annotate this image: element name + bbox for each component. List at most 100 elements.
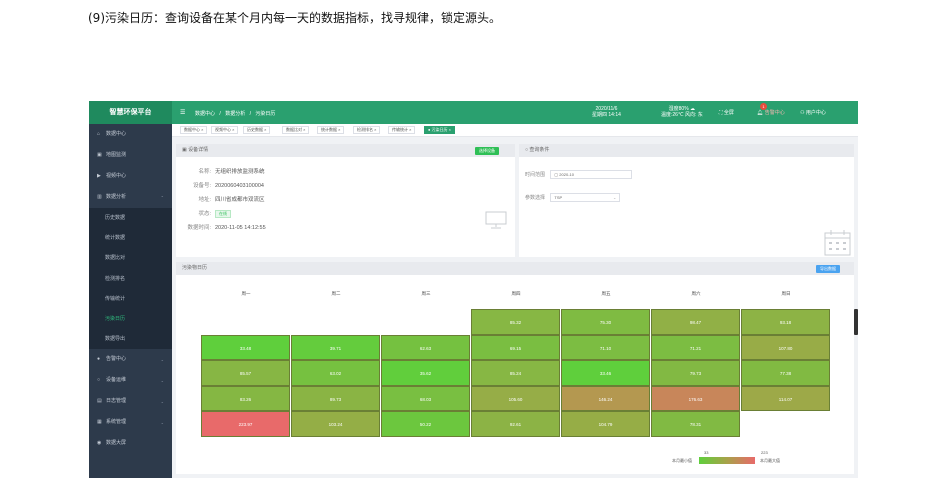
calendar-day-cell[interactable]: 50.22 xyxy=(381,411,470,437)
status-badge: 在线 xyxy=(215,210,231,218)
calendar-day-cell[interactable]: 63.02 xyxy=(291,360,380,386)
calendar-day-cell[interactable]: 77.38 xyxy=(741,360,830,386)
calendar-day-cell[interactable]: 39.71 xyxy=(291,334,380,360)
menu-toggle-icon[interactable]: ☰ xyxy=(180,109,185,116)
sidebar-subitem-ranking[interactable]: 检测排名 xyxy=(89,268,172,289)
calendar-day-cell[interactable]: 71.10 xyxy=(561,334,650,360)
chevron-down-icon: ⌄ xyxy=(613,195,617,200)
device-address-label: 地址: xyxy=(198,197,211,203)
sidebar-item-big-screen[interactable]: ◉ 数据大屏 xyxy=(89,433,172,454)
month-picker[interactable]: ▢ 2020-10 xyxy=(550,170,633,179)
calendar-day-cell[interactable]: 35.62 xyxy=(381,360,470,386)
calendar-day-cell[interactable]: 98.47 xyxy=(651,309,740,335)
fullscreen-icon: ⛶ xyxy=(719,110,723,116)
weekday-header: 周一 xyxy=(241,291,251,296)
legend-min-label: 本月最小值 xyxy=(672,458,692,463)
chart-icon: ▥ xyxy=(97,194,102,200)
sidebar-subitem-statistics[interactable]: 统计数据 xyxy=(89,228,172,249)
device-id-row: 设备号: 2020060403100004 xyxy=(184,181,264,189)
time-range-row: 时间范围 ▢ 2020-10 xyxy=(525,170,633,179)
breadcrumb-item[interactable]: 数据分析 xyxy=(225,111,245,117)
calendar-day-cell[interactable]: 223.97 xyxy=(201,411,290,437)
clock-time: 星期四 14:14 xyxy=(592,112,621,118)
calendar-day-cell[interactable]: 107.80 xyxy=(741,334,830,360)
sidebar-subitem-history[interactable]: 历史数据 xyxy=(89,208,172,229)
device-time-value: 2020-11-05 14:12:55 xyxy=(215,225,266,231)
calendar-day-cell[interactable]: 92.61 xyxy=(471,411,560,437)
sidebar-subitem-compare[interactable]: 数据比对 xyxy=(89,248,172,269)
scrollbar-thumb[interactable] xyxy=(854,309,858,335)
calendar-day-cell[interactable]: 176.63 xyxy=(651,385,740,411)
calendar-day-cell[interactable]: 85.32 xyxy=(471,309,560,335)
sidebar-item-log-management[interactable]: ▤ 日志管理 ⌄ xyxy=(89,391,172,412)
sidebar-item-alarm-center[interactable]: ● 告警中心 ⌄ xyxy=(89,349,172,370)
weather-temperature: 温度:26℃ 风向: 东 xyxy=(661,112,703,118)
weekday-header: 周四 xyxy=(511,291,521,296)
calendar-icon xyxy=(824,230,851,256)
calendar-day-cell[interactable]: 71.21 xyxy=(651,334,740,360)
query-panel: ○ 查询条件 时间范围 ▢ 2020-10 参数选择 TSP ⌄ xyxy=(519,144,854,257)
sidebar-subitem-pollution-calendar[interactable]: 污染日历 xyxy=(89,308,172,330)
sidebar-subitem-transmission[interactable]: 传输统计 xyxy=(89,288,172,309)
device-time-row: 数据时间: 2020-11-05 14:12:55 xyxy=(184,223,266,231)
export-data-button[interactable]: 导出数据 xyxy=(816,265,840,273)
sidebar-item-label: 地图监测 xyxy=(106,152,127,158)
tab-bar: 数据中心 × 视频中心 × 历史数据 × 数据比对 × 统计数据 × 检测排名 … xyxy=(172,124,858,137)
sidebar-subitem-export[interactable]: 数据导出 xyxy=(89,329,172,350)
calendar-day-cell[interactable]: 33.46 xyxy=(561,360,650,386)
sidebar-item-map-monitor[interactable]: ▣ 地图监测 xyxy=(89,145,172,166)
calendar-day-cell[interactable]: 103.24 xyxy=(291,411,380,437)
calendar-day-cell[interactable]: 79.73 xyxy=(651,360,740,386)
tab-data-center[interactable]: 数据中心 × xyxy=(180,126,208,134)
calendar-day-cell[interactable]: 89.73 xyxy=(291,385,380,411)
calendar-day-cell[interactable]: 105.60 xyxy=(471,385,560,411)
sidebar-item-device-ops[interactable]: ○ 设备运维 ⌄ xyxy=(89,370,172,391)
calendar-day-cell[interactable]: 33.48 xyxy=(201,334,290,360)
param-select-value: TSP xyxy=(554,195,563,200)
calendar-day-cell[interactable]: 114.07 xyxy=(741,385,830,411)
clock: 2020/11/6 星期四 14:14 xyxy=(592,106,621,118)
sidebar-item-data-center[interactable]: ⌂ 数据中心 xyxy=(89,124,172,145)
calendar-day-cell[interactable]: 69.15 xyxy=(471,334,560,360)
tab-history[interactable]: 历史数据 × xyxy=(243,126,271,134)
chevron-down-icon: ⌄ xyxy=(160,357,164,363)
calendar-day-cell[interactable]: 78.31 xyxy=(651,411,740,437)
tab-statistics[interactable]: 统计数据 × xyxy=(317,126,345,134)
calendar-day-cell[interactable]: 62.63 xyxy=(381,334,470,360)
breadcrumb-item[interactable]: 数据中心 xyxy=(195,111,215,117)
calendar-day-cell[interactable]: 104.79 xyxy=(561,411,650,437)
sidebar-item-label: 日志管理 xyxy=(106,398,127,405)
tab-transmission[interactable]: 传输统计 × xyxy=(388,126,416,134)
user-icon: ⚇ xyxy=(800,110,805,116)
alarm-center-label: 告警中心 xyxy=(764,110,785,116)
calendar-day-cell[interactable]: 83.26 xyxy=(201,385,290,411)
sidebar-item-data-analysis[interactable]: ▥ 数据分析 ⌃ xyxy=(89,187,172,208)
alarm-center-button[interactable]: 🔔︎ 1 告警中心 xyxy=(757,103,785,116)
chevron-down-icon: ⌄ xyxy=(160,399,164,405)
settings-icon: ▦ xyxy=(97,419,102,426)
tab-pollution-calendar[interactable]: ● 污染日历 × xyxy=(424,126,455,134)
sidebar-item-system-management[interactable]: ▦ 系统管理 ⌄ xyxy=(89,412,172,433)
select-device-button[interactable]: 选择设备 xyxy=(475,147,499,155)
param-select[interactable]: TSP ⌄ xyxy=(550,193,621,202)
user-center-button[interactable]: ⚇ 用户中心 xyxy=(800,109,826,116)
tab-video-center[interactable]: 视频中心 × xyxy=(211,126,239,134)
calendar-day-cell[interactable]: 85.24 xyxy=(471,360,560,386)
calendar-day-cell[interactable]: 85.57 xyxy=(201,360,290,386)
fullscreen-button[interactable]: ⛶ 全屏 xyxy=(719,109,734,116)
video-icon: ▶ xyxy=(97,173,101,179)
tab-compare[interactable]: 数据比对 × xyxy=(282,126,310,134)
calendar-day-cell[interactable]: 93.18 xyxy=(741,309,830,335)
device-detail-header: ▣ 设备详情 xyxy=(176,144,515,157)
chevron-down-icon: ⌄ xyxy=(160,420,164,426)
breadcrumb-current: 污染日历 xyxy=(255,111,276,117)
tab-ranking[interactable]: 检测排名 × xyxy=(353,126,381,134)
query-title: 查询条件 xyxy=(529,147,550,153)
sidebar-item-video-center[interactable]: ▶ 视频中心 xyxy=(89,166,172,187)
sidebar-item-label: 数据大屏 xyxy=(106,440,127,447)
calendar-day-cell[interactable]: 75.30 xyxy=(561,309,650,335)
log-icon: ▤ xyxy=(97,398,102,405)
calendar-day-cell[interactable]: 146.24 xyxy=(561,385,650,411)
sidebar-item-label: 设备运维 xyxy=(106,377,127,384)
calendar-day-cell[interactable]: 68.03 xyxy=(381,385,470,411)
